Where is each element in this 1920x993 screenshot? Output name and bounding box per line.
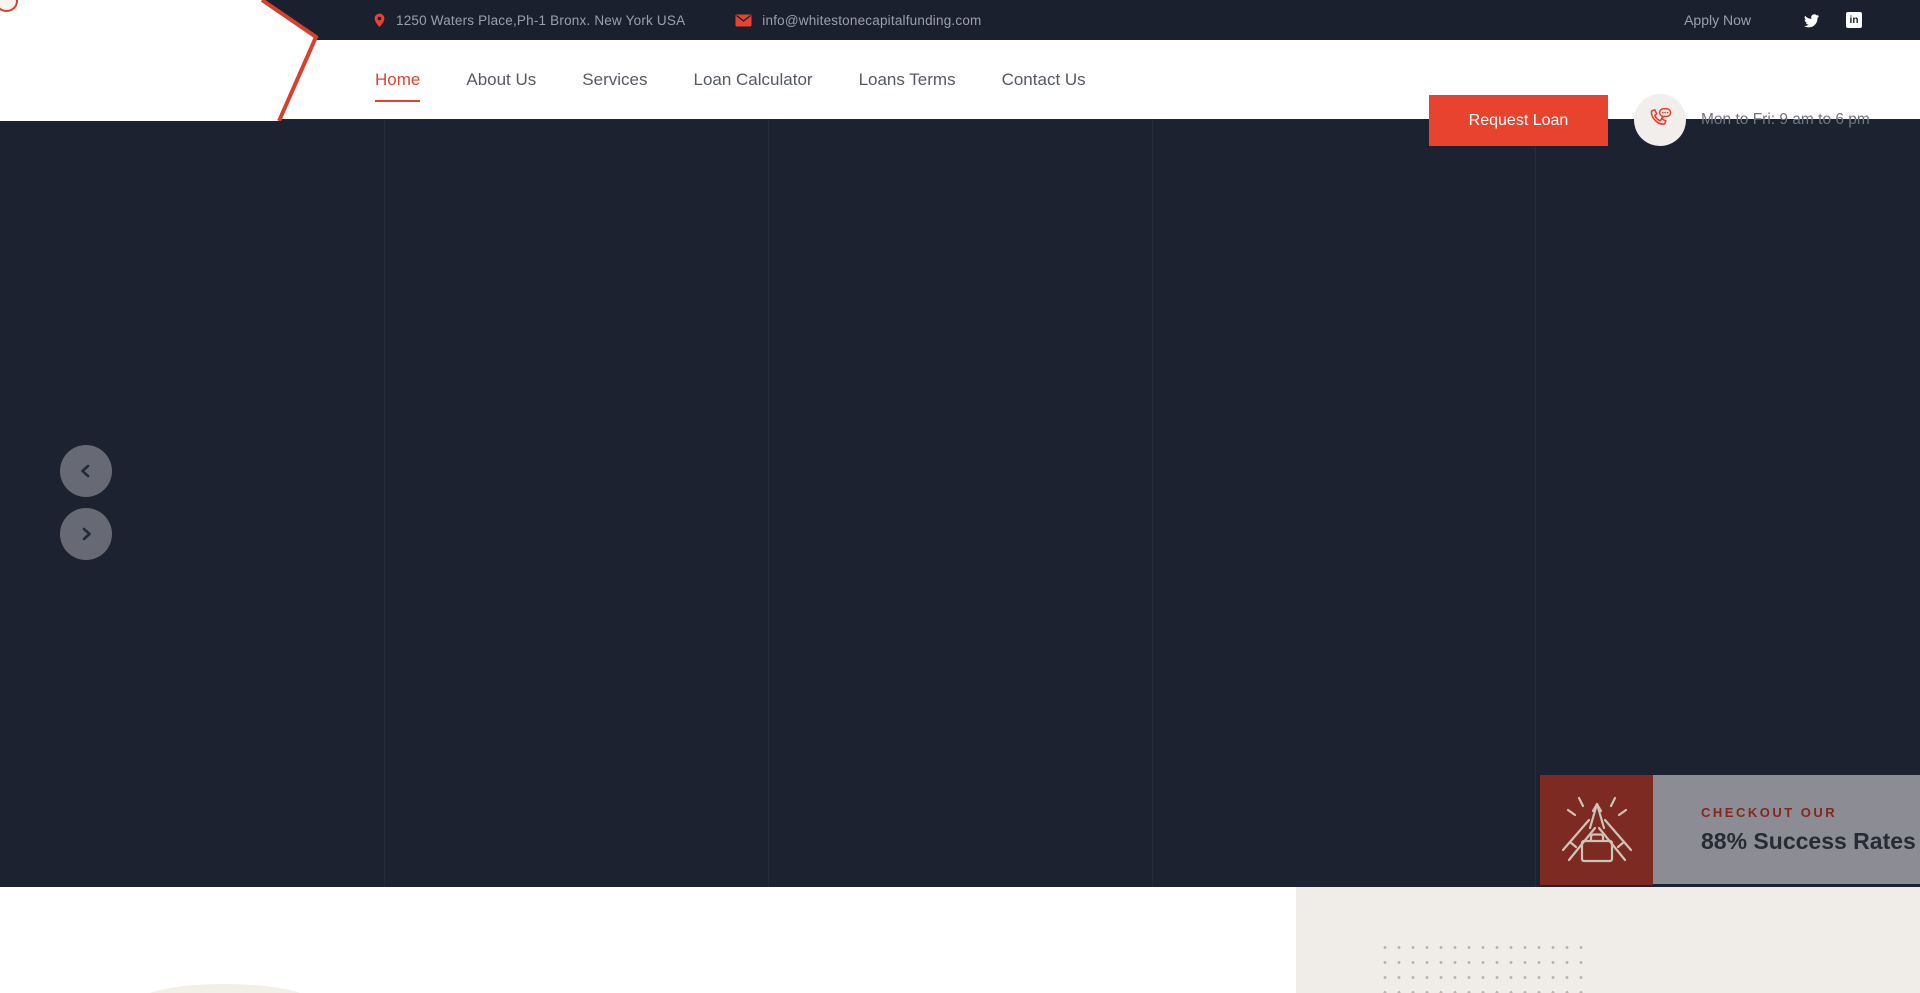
contact-info-group: 1250 Waters Place,Ph-1 Bronx. New York U… [373, 0, 981, 40]
hero-column-guide [384, 119, 385, 887]
slider-next-button[interactable] [60, 508, 112, 560]
decorative-shape [140, 984, 310, 993]
success-badge-kicker: CHECKOUT OUR [1701, 805, 1920, 820]
slider-prev-button[interactable] [60, 445, 112, 497]
address-text: 1250 Waters Place,Ph-1 Bronx. New York U… [396, 13, 685, 28]
hero-slider [0, 119, 1920, 887]
hero-column-guide [1152, 119, 1153, 887]
decorative-dot-grid [1378, 940, 1590, 993]
success-badge-title: 88% Success Rates [1701, 828, 1920, 855]
nav-item-loans-terms[interactable]: Loans Terms [859, 64, 956, 96]
nav-item-loan-calculator[interactable]: Loan Calculator [693, 64, 812, 96]
hero-column-guide [768, 119, 769, 887]
nav-item-services[interactable]: Services [582, 64, 647, 96]
chevron-left-icon [77, 462, 95, 480]
envelope-icon [735, 14, 752, 27]
topbar-right-group: Apply Now in [1684, 0, 1862, 40]
twitter-icon[interactable] [1803, 13, 1820, 28]
page-root: 1250 Waters Place,Ph-1 Bronx. New York U… [0, 0, 1920, 993]
nav-links: Home About Us Services Loan Calculator L… [375, 40, 1086, 119]
footer-beige-panel [1296, 887, 1920, 993]
request-loan-button[interactable]: Request Loan [1429, 95, 1608, 146]
phone-chat-icon [1646, 106, 1674, 134]
location-pin-icon [373, 12, 386, 29]
success-badge-icon-box [1540, 775, 1653, 885]
business-hours-text: Mon to Fri: 9 am to 6 pm [1701, 80, 1870, 159]
phone-badge [1634, 94, 1686, 146]
linkedin-icon[interactable]: in [1846, 12, 1862, 28]
logo-flag-shape [0, 0, 330, 121]
hero-column-guide [1535, 119, 1536, 887]
email-group[interactable]: info@whitestonecapitalfunding.com [735, 13, 981, 28]
nav-item-home[interactable]: Home [375, 64, 420, 96]
chevron-right-icon [77, 525, 95, 543]
apply-now-link[interactable]: Apply Now [1684, 12, 1751, 28]
nav-item-contact-us[interactable]: Contact Us [1002, 64, 1086, 96]
success-badge-panel: CHECKOUT OUR 88% Success Rates [1653, 775, 1920, 884]
team-success-icon [1555, 788, 1639, 872]
social-links: in [1803, 12, 1862, 28]
nav-item-about-us[interactable]: About Us [466, 64, 536, 96]
email-text[interactable]: info@whitestonecapitalfunding.com [762, 13, 981, 28]
